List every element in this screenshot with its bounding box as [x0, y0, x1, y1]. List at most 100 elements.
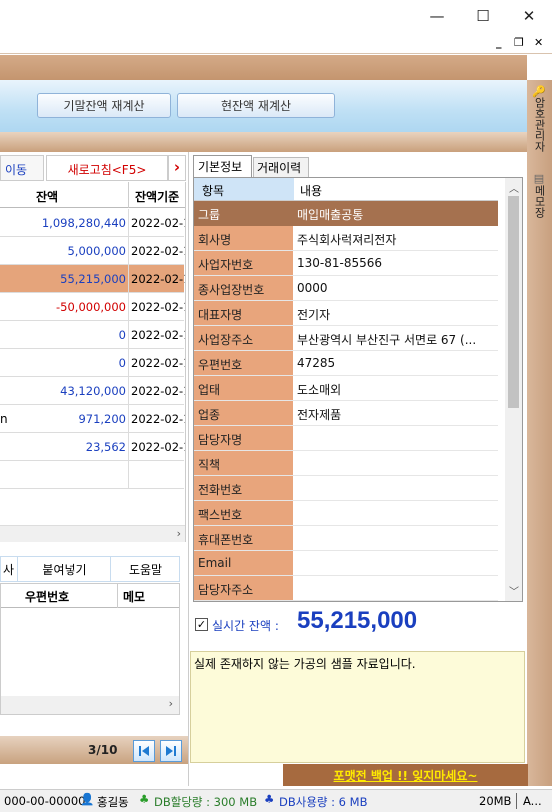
property-row[interactable]: 사업장주소 부산광역시 부산진구 서면로 67 (...: [194, 326, 498, 351]
db-allocation: DB할당량 : 300 MB: [154, 795, 258, 809]
property-key: 회사명: [194, 226, 294, 250]
property-row[interactable]: 업태 도소매외: [194, 376, 498, 401]
lower-toolbar: 사 붙여넣기 도움말: [0, 556, 180, 582]
row-prefix: n: [0, 412, 8, 426]
property-row[interactable]: 담당자명: [194, 426, 498, 451]
first-page-button[interactable]: [133, 740, 155, 762]
key-icon: 🔑: [532, 84, 546, 98]
date-cell: 2022-02-1: [131, 300, 186, 314]
scroll-down-icon[interactable]: ﹀: [509, 583, 519, 598]
column-divider: [128, 405, 129, 433]
window-minimize-button[interactable]: —: [414, 0, 460, 32]
balance-cell: -50,000,000: [56, 300, 126, 314]
password-manager-label: 암호관리자: [533, 97, 546, 153]
top-band: [0, 55, 527, 80]
last-page-button[interactable]: [160, 740, 182, 762]
table-row[interactable]: 55,215,000 2022-02-1: [0, 265, 185, 293]
realtime-checkbox[interactable]: ✓: [195, 618, 208, 631]
balance-cell: 0: [118, 356, 126, 370]
scroll-up-icon[interactable]: ︿: [509, 180, 519, 195]
property-value: 부산광역시 부산진구 서면로 67 (...: [297, 333, 477, 347]
balance-cell: 0: [118, 328, 126, 342]
property-row[interactable]: 우편번호 47285: [194, 351, 498, 376]
paste-button[interactable]: 붙여넣기: [19, 557, 111, 581]
column-divider: [128, 182, 129, 208]
property-row[interactable]: 담당자주소: [194, 576, 498, 601]
date-cell: 2022-02-1: [131, 244, 186, 258]
property-vscrollbar[interactable]: ︿ ﹀: [505, 178, 522, 601]
group-label: 그룹: [198, 208, 221, 222]
scroll-right-icon[interactable]: ›: [177, 527, 181, 540]
property-row[interactable]: 회사명 주식회사럭져리전자: [194, 226, 498, 251]
scroll-thumb[interactable]: [508, 196, 519, 408]
mdi-close-button[interactable]: ✕: [534, 36, 543, 49]
backup-banner[interactable]: 포맷전 백업 !! 잊지마세요~: [283, 764, 528, 786]
group-row[interactable]: 그룹 매입매출공통: [194, 201, 498, 226]
tab-transaction-history[interactable]: 거래이력: [253, 157, 309, 177]
tab-basic-info[interactable]: 기본정보: [193, 155, 252, 177]
mdi-minimize-button[interactable]: _: [496, 36, 502, 49]
help-button[interactable]: 도움말: [112, 557, 179, 581]
balance-grid: 잔액 잔액기준 1,098,280,440 2022-02-1 5,000,000 2…: [0, 182, 186, 542]
property-row[interactable]: 사업자번호 130-81-85566: [194, 251, 498, 276]
property-value: 130-81-85566: [297, 256, 383, 270]
memo-column-header: 메모: [123, 590, 146, 604]
table-row[interactable]: -50,000,000 2022-02-1: [0, 293, 186, 321]
date-cell: 2022-02-1: [131, 216, 186, 230]
table-row[interactable]: 5,000,000 2022-02-1: [0, 237, 186, 265]
column-divider: [128, 265, 129, 293]
mdi-restore-button[interactable]: ❐: [514, 36, 524, 49]
lower-button-cut[interactable]: 사: [1, 557, 18, 581]
column-divider: [128, 349, 129, 377]
property-row[interactable]: 직책: [194, 451, 498, 476]
grid-hscrollbar[interactable]: ›: [0, 525, 185, 542]
memo-tab[interactable]: ▤ 메모장: [529, 172, 549, 232]
property-row[interactable]: Email: [194, 551, 498, 576]
table-row[interactable]: n 971,200 2022-02-1: [0, 405, 185, 433]
nav-next-button[interactable]: ›: [168, 155, 186, 181]
table-row[interactable]: 23,562 2022-02-1: [0, 433, 185, 461]
recalc-end-balance-button[interactable]: 기말잔액 재계산: [37, 93, 171, 118]
property-key: 담당자주소: [194, 576, 294, 600]
status-extra: A...: [523, 794, 542, 808]
refresh-button[interactable]: 새로고침<F5>: [46, 155, 168, 181]
db-usage: DB사용량 : 6 MB: [279, 795, 368, 809]
lower-grid-hscrollbar[interactable]: ›: [1, 696, 179, 714]
balance-cell: 1,098,280,440: [41, 216, 126, 230]
table-row[interactable]: 1,098,280,440 2022-02-1: [0, 209, 186, 237]
table-row[interactable]: [0, 461, 184, 489]
property-row[interactable]: 팩스번호: [194, 501, 498, 526]
user-icon: 👤: [80, 792, 95, 806]
password-manager-tab[interactable]: 🔑 암호관리자: [529, 84, 549, 166]
table-row[interactable]: 43,120,000 2022-02-1: [0, 377, 185, 405]
table-row[interactable]: 0 2022-02-1: [0, 349, 186, 377]
property-key: 사업자번호: [194, 251, 294, 275]
column-divider: [128, 293, 129, 321]
memo-box[interactable]: 실제 존재하지 않는 가공의 샘플 자료입니다.: [190, 651, 525, 763]
date-cell: 2022-02-1: [131, 356, 186, 370]
property-row[interactable]: 대표자명 전기자: [194, 301, 498, 326]
realtime-value: 55,215,000: [297, 607, 418, 634]
property-row[interactable]: 종사업장번호 0000: [194, 276, 498, 301]
property-row[interactable]: 휴대폰번호: [194, 526, 498, 551]
window-close-button[interactable]: ✕: [506, 0, 552, 32]
recalc-current-balance-button[interactable]: 현잔액 재계산: [177, 93, 335, 118]
nav-move-button[interactable]: 이동: [0, 155, 44, 181]
property-key: 사업장주소: [194, 326, 294, 350]
lower-grid-header: 우편번호 메모: [1, 584, 179, 608]
business-number: 000-00-00000: [4, 794, 86, 808]
group-value: 매입매출공통: [297, 208, 364, 222]
property-row[interactable]: 업종 전자제품: [194, 401, 498, 426]
balance-cell: 5,000,000: [67, 244, 126, 258]
property-value: 도소매외: [297, 383, 342, 397]
column-divider: [128, 461, 129, 489]
window-maximize-button[interactable]: ☐: [460, 0, 506, 32]
property-row[interactable]: 전화번호: [194, 476, 498, 501]
note-icon: ▤: [532, 172, 546, 185]
memo-text: 실제 존재하지 않는 가공의 샘플 자료입니다.: [194, 657, 416, 671]
property-key: 업종: [194, 401, 294, 425]
scroll-right-icon[interactable]: ›: [169, 697, 173, 710]
table-row[interactable]: 0 2022-02-1: [0, 321, 185, 349]
status-bar: 000-00-00000 👤 홍길동 ♣ DB할당량 : 300 MB ♣ DB…: [0, 789, 552, 812]
lower-grid: 우편번호 메모 ›: [0, 583, 180, 715]
